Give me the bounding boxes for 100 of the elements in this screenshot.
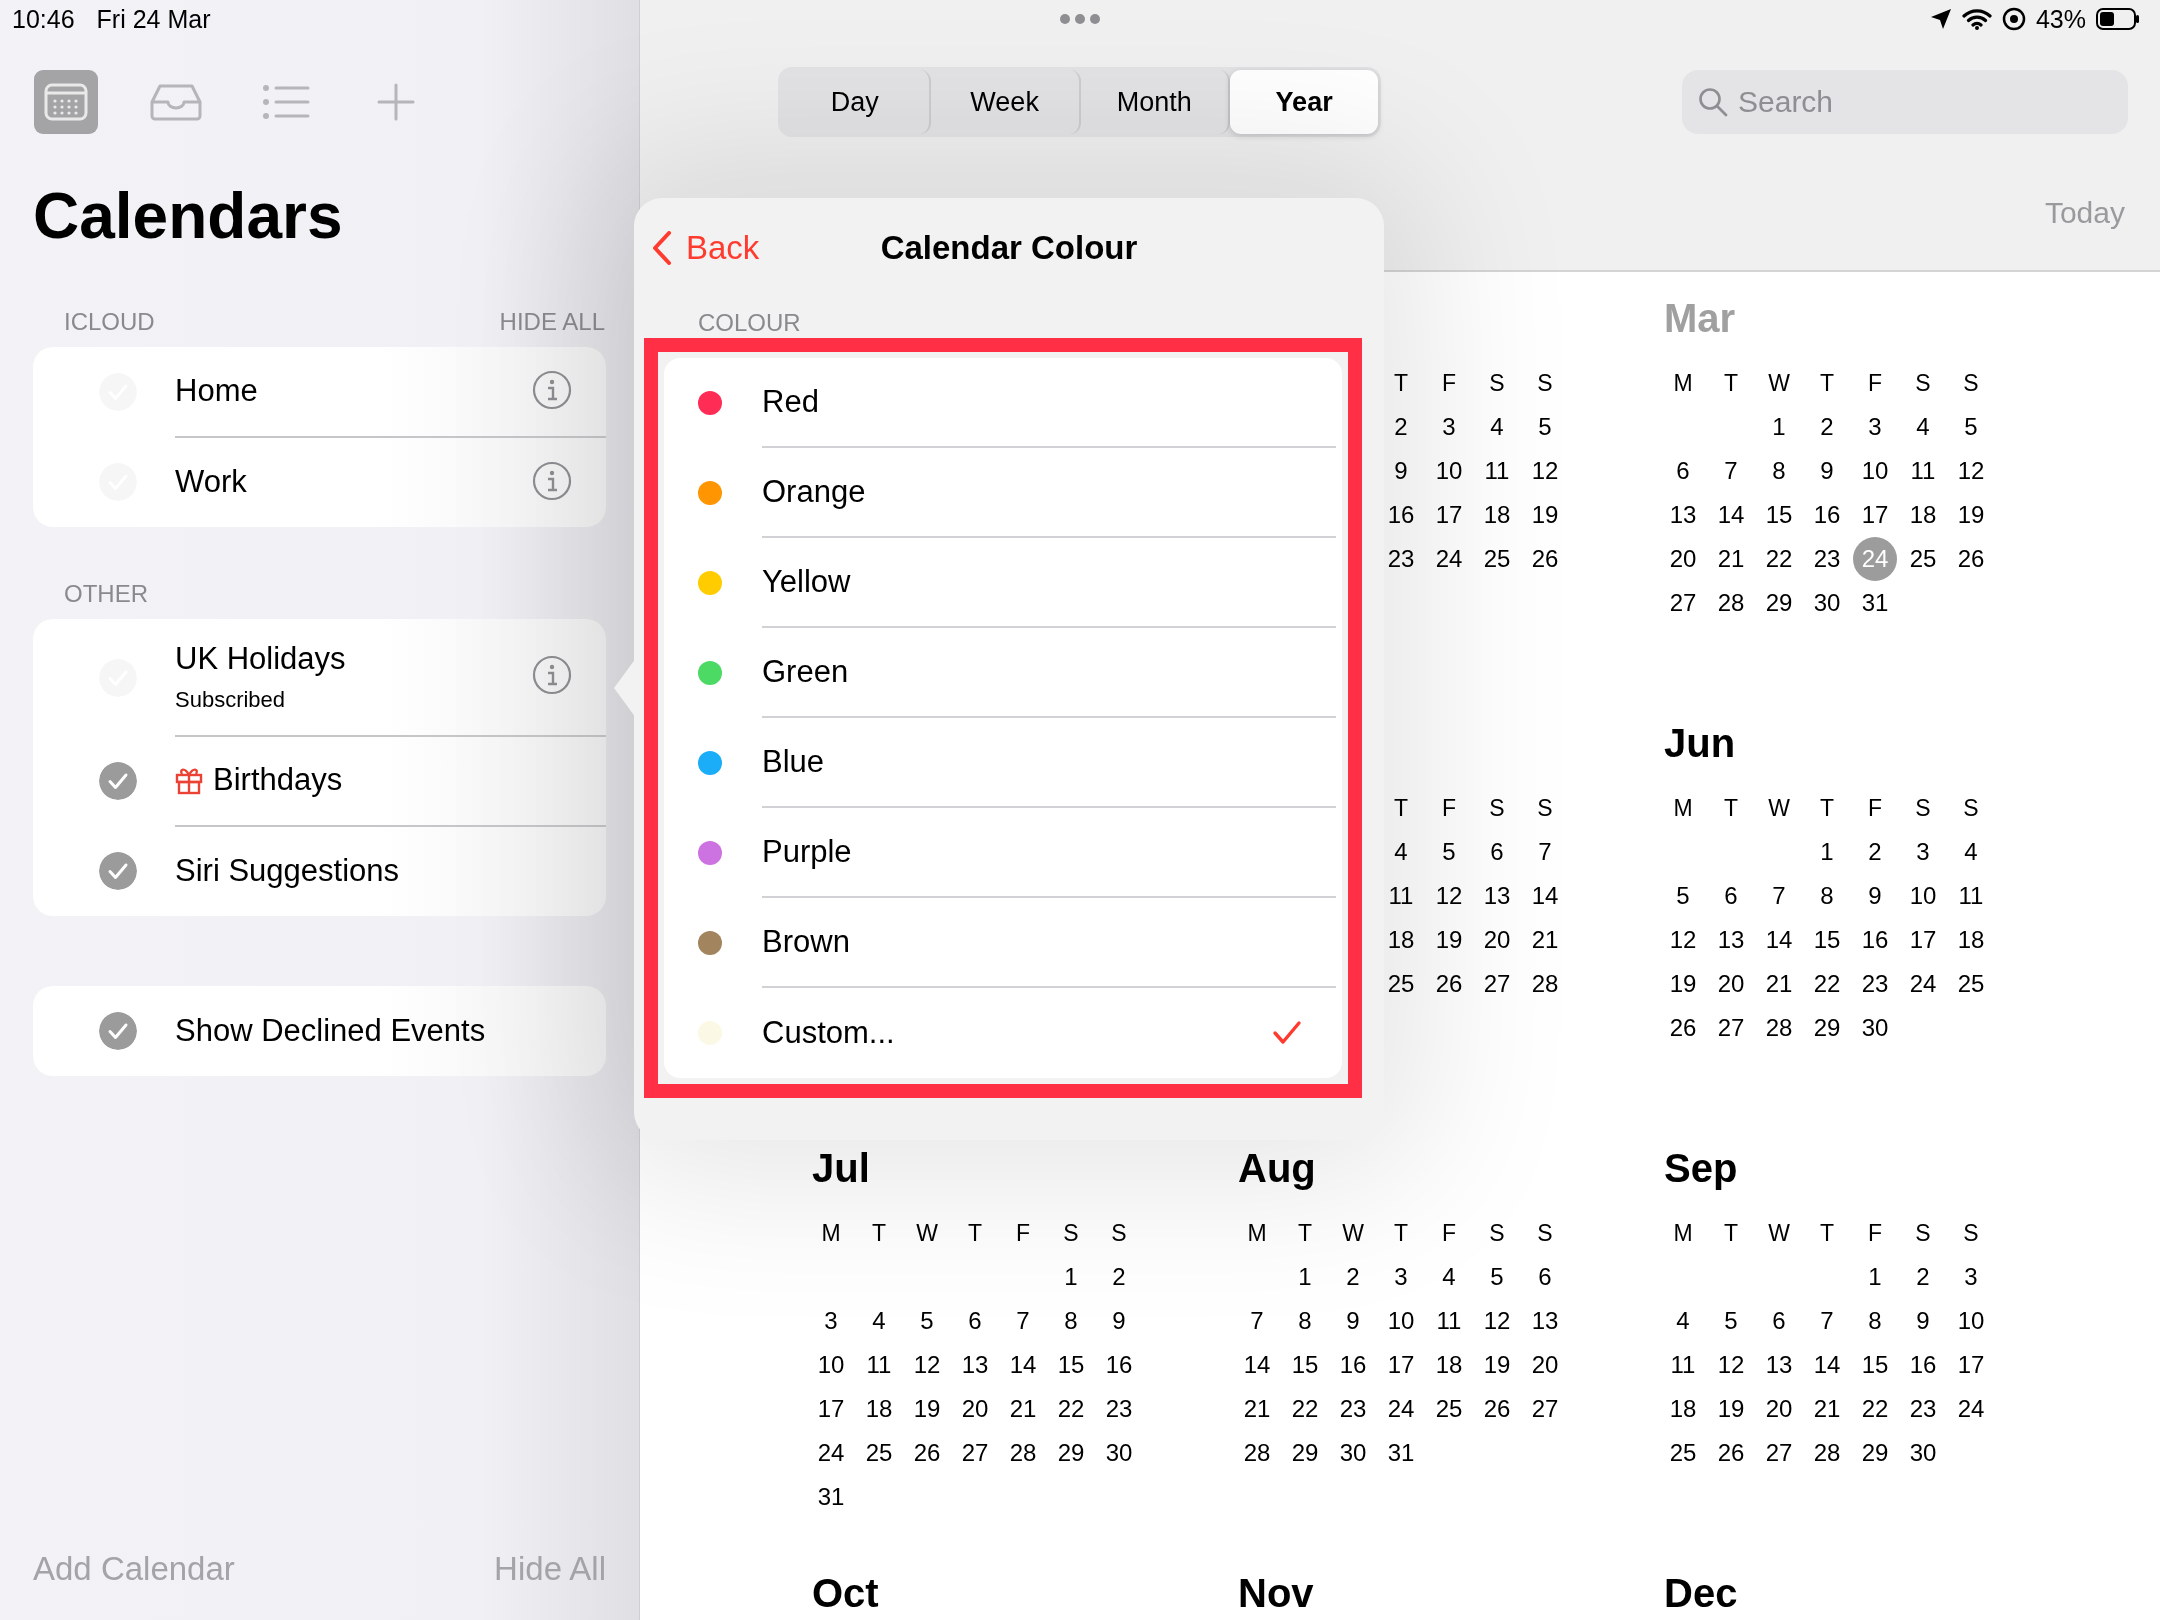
month-title[interactable]: Oct: [807, 1571, 879, 1615]
day-number: 15: [1812, 925, 1842, 955]
day-number: 4: [1675, 1306, 1691, 1336]
day-number: 6: [1771, 1306, 1787, 1336]
day-number: 5: [1537, 412, 1553, 442]
colour-option[interactable]: Orange: [664, 448, 1342, 538]
day-number: 18: [864, 1394, 894, 1424]
weekday-label: S: [1962, 794, 1980, 823]
weekday-label: F: [1440, 794, 1458, 823]
day-number: 5: [1489, 1262, 1505, 1292]
day-number: 1: [1297, 1262, 1313, 1292]
day-number: 30: [1908, 1438, 1938, 1468]
month-title[interactable]: Dec: [1659, 1571, 1738, 1615]
colour-option[interactable]: Brown: [664, 898, 1342, 988]
calendar-name[interactable]: Birthdays: [213, 762, 343, 798]
month-title[interactable]: Jul: [807, 1146, 870, 1190]
day-number: 26: [1716, 1438, 1746, 1468]
calendar-name[interactable]: Show Declined Events: [175, 1013, 486, 1049]
day-number: 17: [1908, 925, 1938, 955]
search-field[interactable]: Search: [1682, 70, 2128, 134]
day-number: 19: [1956, 500, 1986, 530]
status-date: Fri 24 Mar: [96, 4, 211, 34]
day-number: 30: [1104, 1438, 1134, 1468]
gift-icon: [175, 765, 203, 795]
day-number: 23: [1908, 1394, 1938, 1424]
day-number: 11: [1483, 456, 1511, 486]
day-number: 17: [1386, 1350, 1416, 1380]
day-number: 9: [1915, 1306, 1931, 1336]
day-number: 22: [1056, 1394, 1086, 1424]
colour-option[interactable]: Yellow: [664, 538, 1342, 628]
day-number: 30: [1860, 1013, 1890, 1043]
checkmark-icon: [1272, 1020, 1302, 1046]
month-title[interactable]: Nov: [1233, 1571, 1314, 1615]
colour-option[interactable]: Blue: [664, 718, 1342, 808]
view-tab[interactable]: Week: [930, 70, 1081, 134]
colour-option[interactable]: Red: [664, 358, 1342, 448]
day-number: 3: [1867, 412, 1883, 442]
day-number: 1: [1867, 1262, 1883, 1292]
day-number: 25: [1482, 544, 1512, 574]
day-number: 17: [1434, 500, 1464, 530]
day-number: 29: [1290, 1438, 1320, 1468]
day-number: 22: [1860, 1394, 1890, 1424]
battery-icon: [2096, 8, 2140, 30]
day-number: 7: [1537, 837, 1553, 867]
checkmark-circle-icon[interactable]: [99, 1012, 137, 1050]
weekday-label: T: [1392, 369, 1410, 398]
weekday-label: T: [1722, 794, 1740, 823]
colour-option[interactable]: Purple: [664, 808, 1342, 898]
day-number: 9: [1819, 456, 1835, 486]
day-number: 28: [1812, 1438, 1842, 1468]
day-number: 25: [1386, 969, 1416, 999]
day-number: 27: [960, 1438, 990, 1468]
view-tab[interactable]: Year: [1230, 70, 1378, 134]
day-number: 7: [1819, 1306, 1835, 1336]
checkmark-circle-icon[interactable]: [99, 852, 137, 890]
page-title: Calendars: [32, 179, 344, 254]
colour-option[interactable]: Custom...: [664, 988, 1342, 1078]
day-number: 10: [816, 1350, 846, 1380]
day-number: 14: [1242, 1350, 1272, 1380]
day-number: 21: [1242, 1394, 1272, 1424]
day-number: 19: [1668, 969, 1698, 999]
day-number: 29: [1764, 588, 1794, 618]
day-number: 13: [1764, 1350, 1794, 1380]
day-number: 15: [1764, 500, 1794, 530]
day-number: 17: [1956, 1350, 1986, 1380]
list-icon: [262, 84, 310, 120]
day-number: 16: [1104, 1350, 1134, 1380]
day-number: 7: [1771, 881, 1787, 911]
day-number: 26: [1530, 544, 1560, 574]
weekday-label: T: [1392, 794, 1410, 823]
day-number: 20: [1530, 1350, 1560, 1380]
weekday-label: S: [1488, 1219, 1506, 1248]
day-number: 21: [1764, 969, 1794, 999]
day-number: 21: [1530, 925, 1560, 955]
day-number: 6: [1675, 456, 1691, 486]
day-number: 23: [1104, 1394, 1134, 1424]
calendar-name[interactable]: UK Holidays: [175, 640, 346, 677]
checkmark-circle-icon[interactable]: [99, 762, 137, 800]
view-tab[interactable]: Day: [781, 70, 931, 134]
day-number: 26: [1668, 1013, 1698, 1043]
colour-option[interactable]: Green: [664, 628, 1342, 718]
more-icon[interactable]: [1058, 12, 1102, 26]
calendar-name[interactable]: Work: [175, 464, 247, 500]
calendar-name[interactable]: Siri Suggestions: [175, 853, 399, 889]
calendar-view-button[interactable]: [34, 70, 98, 134]
battery-percentage: 43%: [2035, 4, 2086, 34]
section-header: COLOUR: [698, 309, 801, 336]
day-number: 12: [1956, 456, 1986, 486]
calendar-name[interactable]: Home: [175, 373, 258, 409]
location-icon: [1929, 8, 1952, 30]
calendar-subtitle: Subscribed: [175, 686, 287, 713]
month-title[interactable]: Sep: [1659, 1146, 1738, 1190]
day-number: 23: [1386, 544, 1416, 574]
day-number: 14: [1764, 925, 1794, 955]
day-number: 28: [1530, 969, 1560, 999]
day-number: 25: [1668, 1438, 1698, 1468]
day-number: 4: [1393, 837, 1409, 867]
day-number: 8: [1771, 456, 1787, 486]
month-title[interactable]: Aug: [1233, 1146, 1316, 1190]
month-title[interactable]: Jun: [1659, 721, 1736, 765]
